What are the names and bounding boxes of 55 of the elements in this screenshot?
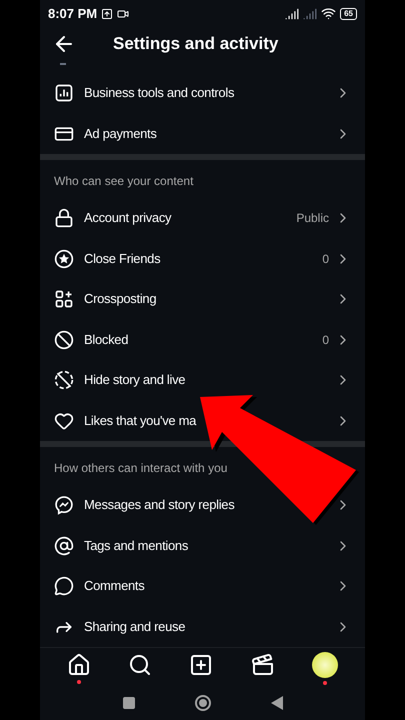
section-heading: How others can interact with you bbox=[53, 460, 228, 477]
signal-icon bbox=[285, 6, 300, 21]
row-label: Sharing and reuse bbox=[84, 618, 186, 636]
row-label: Hide story and live bbox=[84, 371, 186, 390]
row-label: Blocked bbox=[84, 330, 130, 349]
settings-row[interactable]: Crossposting bbox=[40, 278, 365, 320]
video-icon bbox=[117, 8, 130, 20]
row-label: Ad payments bbox=[84, 124, 158, 143]
hidden-circle-icon bbox=[54, 370, 74, 390]
settings-row[interactable]: Tags and mentions bbox=[40, 525, 365, 566]
create-icon[interactable] bbox=[189, 653, 214, 678]
grid-plus-icon bbox=[54, 289, 74, 310]
upload-icon bbox=[101, 8, 114, 20]
settings-row[interactable]: Likes that you've ma bbox=[40, 400, 365, 441]
search-icon[interactable] bbox=[128, 653, 152, 678]
row-label: Business tools and controls bbox=[84, 84, 236, 102]
row-value: Public bbox=[296, 210, 329, 228]
settings-row[interactable]: Sharing and reuse bbox=[40, 606, 365, 647]
at-sign-icon bbox=[54, 536, 74, 556]
comment-icon bbox=[54, 576, 74, 596]
status-time: 8:07 PM bbox=[48, 4, 98, 23]
page-title: Settings and activity bbox=[113, 33, 278, 56]
profile-avatar[interactable] bbox=[312, 652, 338, 678]
row-label: Crossposting bbox=[84, 290, 158, 308]
home-button[interactable] bbox=[194, 695, 210, 712]
row-label: Comments bbox=[84, 577, 146, 596]
lock-icon bbox=[54, 208, 74, 228]
settings-row[interactable]: Ad payments bbox=[40, 113, 365, 154]
row-label: Close Friends bbox=[84, 250, 162, 268]
chart-icon bbox=[54, 83, 74, 104]
recents-button[interactable] bbox=[122, 697, 134, 710]
row-label: Likes that you've ma bbox=[84, 412, 198, 430]
back-button[interactable] bbox=[270, 696, 282, 710]
row-label: Account privacy bbox=[84, 209, 172, 228]
home-icon[interactable] bbox=[66, 653, 91, 678]
row-label: Tags and mentions bbox=[84, 536, 190, 555]
settings-row[interactable]: Blocked 0 bbox=[40, 319, 365, 360]
settings-row[interactable]: Messages and story replies bbox=[40, 484, 365, 526]
blocked-icon bbox=[54, 330, 74, 350]
row-value: 0 bbox=[322, 332, 329, 349]
section-heading: Who can see your content bbox=[53, 172, 194, 190]
settings-row[interactable]: Account privacy Public bbox=[40, 198, 365, 238]
wifi-icon bbox=[321, 6, 336, 22]
row-value: 0 bbox=[322, 250, 329, 268]
settings-row[interactable]: Business tools and controls bbox=[40, 72, 365, 114]
reels-icon[interactable] bbox=[250, 653, 275, 678]
settings-row[interactable]: Close Friends 0 bbox=[40, 238, 365, 279]
settings-row[interactable]: Hide story and live bbox=[40, 360, 365, 400]
heart-icon bbox=[54, 410, 74, 431]
settings-row[interactable]: Comments bbox=[40, 566, 365, 606]
battery-indicator: 65 bbox=[340, 8, 357, 20]
messenger-icon bbox=[54, 495, 74, 516]
row-label: Messages and story replies bbox=[84, 496, 236, 514]
star-circle-icon bbox=[54, 248, 74, 269]
signal-icon bbox=[303, 6, 318, 21]
